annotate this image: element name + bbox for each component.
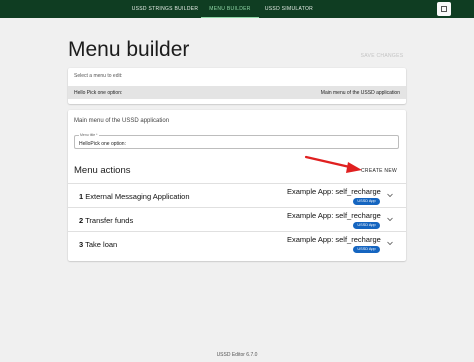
menu-title-field[interactable]: Menu title * HelloPick one option: [74, 133, 399, 149]
action-app: Example App: self_recharge [287, 211, 381, 220]
menu-action-row[interactable]: 3 Take loan Example App: self_recharge U… [68, 231, 406, 255]
menu-title-label: Menu title * [79, 133, 99, 137]
action-name: 3 Take loan [79, 240, 117, 249]
chevron-down-icon[interactable] [386, 215, 394, 223]
ussd-app-badge: USSD App [353, 246, 380, 253]
red-arrow-annotation-icon [304, 155, 362, 173]
menu-title-value[interactable]: HelloPick one option: [79, 141, 126, 147]
menu-action-row[interactable]: 1 External Messaging Application Example… [68, 183, 406, 207]
chevron-down-icon[interactable] [386, 191, 394, 199]
tab-menu-builder[interactable]: MENU BUILDER [201, 0, 259, 18]
window-square-icon [441, 6, 447, 12]
ussd-app-badge: USSD App [353, 198, 380, 205]
ussd-app-badge: USSD App [353, 222, 380, 229]
menu-editor-heading: Main menu of the USSD application [74, 118, 170, 124]
action-number: 3 [79, 240, 84, 249]
action-app: Example App: self_recharge [287, 187, 381, 196]
menu-select-description: Main menu of the USSD application [320, 90, 400, 96]
action-app: Example App: self_recharge [287, 235, 381, 244]
version-footer: USSD Editor 6.7.0 [216, 352, 258, 358]
tab-ussd-simulator[interactable]: USSD SIMULATOR [259, 0, 319, 18]
action-label: Take loan [85, 240, 118, 249]
action-label: Transfer funds [85, 216, 134, 225]
menu-select-card: Select a menu to edit: Hello Pick one op… [68, 68, 406, 104]
page-title: Menu builder [68, 38, 190, 61]
action-number: 2 [79, 216, 84, 225]
menu-select-label: Select a menu to edit: [74, 73, 123, 79]
chevron-down-icon[interactable] [386, 239, 394, 247]
window-toggle-button[interactable] [437, 2, 451, 16]
create-new-button[interactable]: CREATE NEW [359, 166, 399, 176]
action-name: 2 Transfer funds [79, 216, 133, 225]
save-changes-button[interactable]: SAVE CHANGES [358, 51, 406, 61]
menu-editor-card: Main menu of the USSD application Menu t… [68, 110, 406, 261]
action-number: 1 [79, 192, 84, 201]
menu-actions-title: Menu actions [74, 165, 131, 176]
tab-ussd-strings-builder[interactable]: USSD STRINGS BUILDER [128, 0, 202, 18]
menu-action-row[interactable]: 2 Transfer funds Example App: self_recha… [68, 207, 406, 231]
menu-select-title: Hello Pick one option: [74, 90, 123, 96]
menu-select-row[interactable]: Hello Pick one option: Main menu of the … [68, 86, 406, 99]
action-name: 1 External Messaging Application [79, 192, 190, 201]
action-label: External Messaging Application [85, 192, 190, 201]
top-nav-bar: USSD STRINGS BUILDER MENU BUILDER USSD S… [0, 0, 474, 18]
